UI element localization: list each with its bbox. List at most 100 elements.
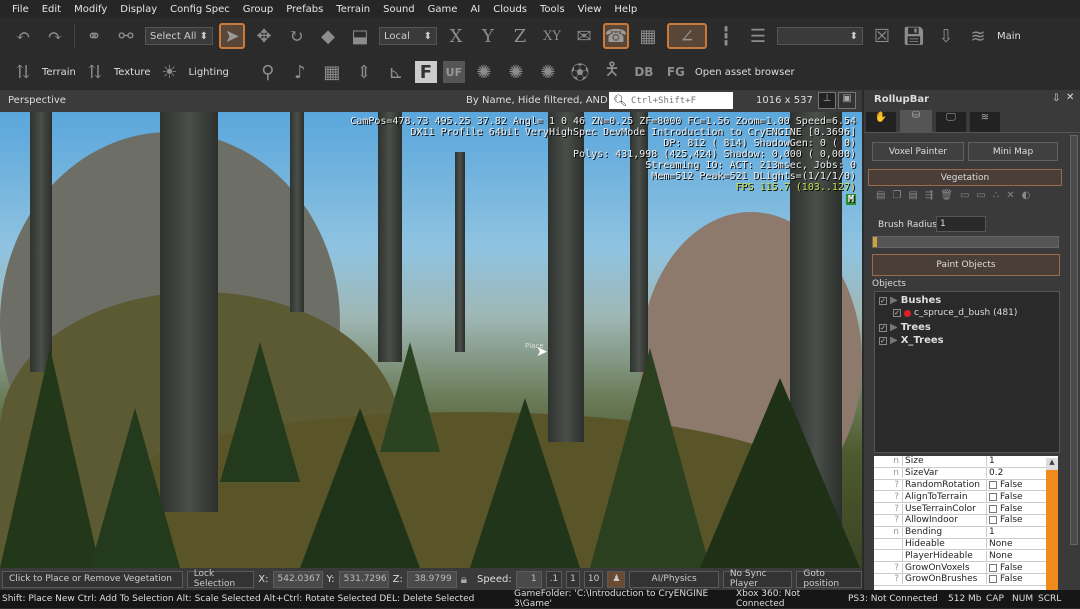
selection-filter-select[interactable]: Select All ⬍ (145, 27, 213, 45)
menu-modify[interactable]: Modify (74, 4, 107, 15)
save-icon[interactable]: 💾︎ (901, 23, 927, 49)
property-value[interactable]: None (986, 550, 1046, 561)
remove-selection-icon[interactable]: ☒ (869, 23, 895, 49)
property-row[interactable]: ? GrowOnBrushes False (874, 574, 1058, 586)
menu-ai[interactable]: AI (470, 4, 480, 15)
axis-z-button[interactable]: Z (507, 23, 533, 49)
menu-display[interactable]: Display (120, 4, 157, 15)
replace-icon[interactable]: ▤ (908, 190, 917, 201)
snap-angle-icon[interactable]: ∠ (667, 23, 707, 49)
menu-view[interactable]: View (578, 4, 602, 15)
brush-radius-field[interactable]: 1 (936, 216, 986, 232)
menu-tools[interactable]: Tools (540, 4, 565, 15)
property-row[interactable]: ? AlignToTerrain False (874, 491, 1058, 504)
f-button[interactable]: F (414, 61, 437, 83)
menu-edit[interactable]: Edit (42, 4, 61, 15)
snap-object-icon[interactable]: ☎ (603, 23, 629, 49)
lock-icon[interactable]: 🔒︎ (461, 572, 467, 587)
property-row[interactable]: n SizeVar 0.2 (874, 468, 1058, 480)
redo-icon[interactable]: ↷ (42, 23, 68, 49)
property-row[interactable]: n Size 1 (874, 456, 1058, 468)
pin-icon[interactable]: ⇩ (1052, 93, 1060, 104)
menu-help[interactable]: Help (614, 4, 637, 15)
maximize-icon[interactable]: ▣ (838, 92, 856, 109)
property-value[interactable]: 1 (986, 527, 1046, 538)
grid-objects-icon[interactable]: ▦ (319, 59, 345, 85)
property-value[interactable]: False (986, 562, 1046, 573)
pick-object-icon[interactable]: ⚲ (255, 59, 281, 85)
speed-field[interactable]: 1 (515, 570, 542, 588)
export-icon[interactable]: ⇩ (933, 23, 959, 49)
brush-radius-slider[interactable] (872, 236, 1059, 248)
checkbox[interactable]: ✓ (879, 296, 887, 305)
tree-group-bushes[interactable]: ✓ ▶ Bushes (879, 295, 941, 306)
checkbox[interactable]: ✓ (879, 336, 887, 345)
fg-button[interactable]: FG (663, 59, 689, 85)
axis-y-button[interactable]: Y (475, 23, 501, 49)
paint-objects-button[interactable]: Paint Objects (872, 254, 1060, 276)
3d-viewport[interactable]: CamPos=478.73 495.25 37.82 Angl= 1 0 46 … (0, 112, 862, 568)
property-value[interactable]: False (986, 515, 1046, 526)
menu-file[interactable]: File (12, 4, 29, 15)
named-selection-select[interactable]: ⬍ (777, 27, 863, 45)
ai-nav-icon[interactable]: ✺ (503, 59, 529, 85)
speed-preset-button[interactable]: 10 (583, 570, 604, 588)
scatter-icon[interactable]: ∴ (993, 190, 999, 201)
scale-icon[interactable]: ◆ (315, 23, 341, 49)
property-row[interactable]: PlayerHideable None (874, 550, 1058, 563)
properties-scrollbar[interactable] (1046, 470, 1058, 590)
mini-map-button[interactable]: Mini Map (968, 142, 1058, 161)
z-coord-field[interactable]: 38.9799 (406, 570, 457, 588)
layer-label[interactable]: Main (997, 31, 1021, 42)
expand-icon[interactable]: ▶ (890, 335, 898, 346)
delete-icon[interactable]: ✕ (1006, 190, 1014, 201)
remove-icon[interactable]: 🗑︎ (940, 190, 953, 201)
select-icon[interactable]: ➤ (219, 23, 245, 49)
clone-icon[interactable]: ❐ (892, 190, 901, 201)
tab-objects[interactable]: ✋ (866, 112, 896, 132)
property-value[interactable]: False (986, 491, 1046, 502)
y-coord-field[interactable]: 531.7296 (338, 570, 389, 588)
physics-icon[interactable]: ♪ (287, 59, 313, 85)
menu-terrain[interactable]: Terrain (336, 4, 370, 15)
tree-group-trees[interactable]: ✓ ▶ Trees (879, 322, 931, 333)
speed-preset-button[interactable]: .1 (545, 570, 563, 588)
select-terrain-icon[interactable]: ⬓ (347, 23, 373, 49)
speed-preset-button[interactable]: 1 (566, 570, 580, 588)
game-mode-icon[interactable]: ♟ (607, 570, 626, 588)
unlink-icon[interactable]: ⚯ (113, 23, 139, 49)
viewport-search[interactable]: 🔍︎ (609, 92, 733, 109)
selection-list-icon[interactable]: ☰ (745, 23, 771, 49)
terrain-icon[interactable]: ⇅ (10, 59, 36, 85)
rollup-scrollbar[interactable] (1070, 135, 1078, 545)
db-button[interactable]: DB (631, 59, 657, 85)
property-row[interactable]: n Bending 1 (874, 527, 1058, 539)
lighting-icon[interactable]: ☀ (156, 59, 182, 85)
rotate-icon[interactable]: ↻ (283, 23, 309, 49)
expand-icon[interactable]: ▶ (890, 295, 898, 306)
no-sync-player-button[interactable]: No Sync Player (722, 569, 793, 589)
move-icon[interactable]: ✥ (251, 23, 277, 49)
voxel-painter-button[interactable]: Voxel Painter (872, 142, 964, 161)
uf-button[interactable]: UF (442, 61, 465, 83)
texture-icon[interactable]: ⇅ (82, 59, 108, 85)
axis-xy-button[interactable]: XY (539, 23, 565, 49)
save-icon[interactable]: ▭ (976, 190, 985, 201)
drop-icon[interactable]: ⊾ (383, 59, 409, 85)
undo-icon[interactable]: ↶ (10, 23, 36, 49)
folder-icon[interactable]: ▭ (960, 190, 969, 201)
tab-layers[interactable]: ≋ (970, 112, 1000, 132)
menu-sound[interactable]: Sound (383, 4, 415, 15)
expand-icon[interactable]: ▶ (890, 322, 898, 333)
property-row[interactable]: ? UseTerrainColor False (874, 503, 1058, 515)
property-value[interactable]: None (986, 538, 1046, 549)
menu-game[interactable]: Game (428, 4, 458, 15)
add-icon[interactable]: ▤ (876, 190, 885, 201)
property-value[interactable]: 1 (986, 456, 1046, 467)
checkbox[interactable] (989, 575, 997, 584)
vegetation-section-header[interactable]: Vegetation (868, 169, 1062, 186)
goto-position-button[interactable]: Goto position (796, 569, 862, 589)
checkbox[interactable] (989, 563, 997, 572)
checkbox[interactable]: ✓ (879, 323, 887, 332)
character-icon[interactable]: 🯅︎ (599, 59, 625, 85)
